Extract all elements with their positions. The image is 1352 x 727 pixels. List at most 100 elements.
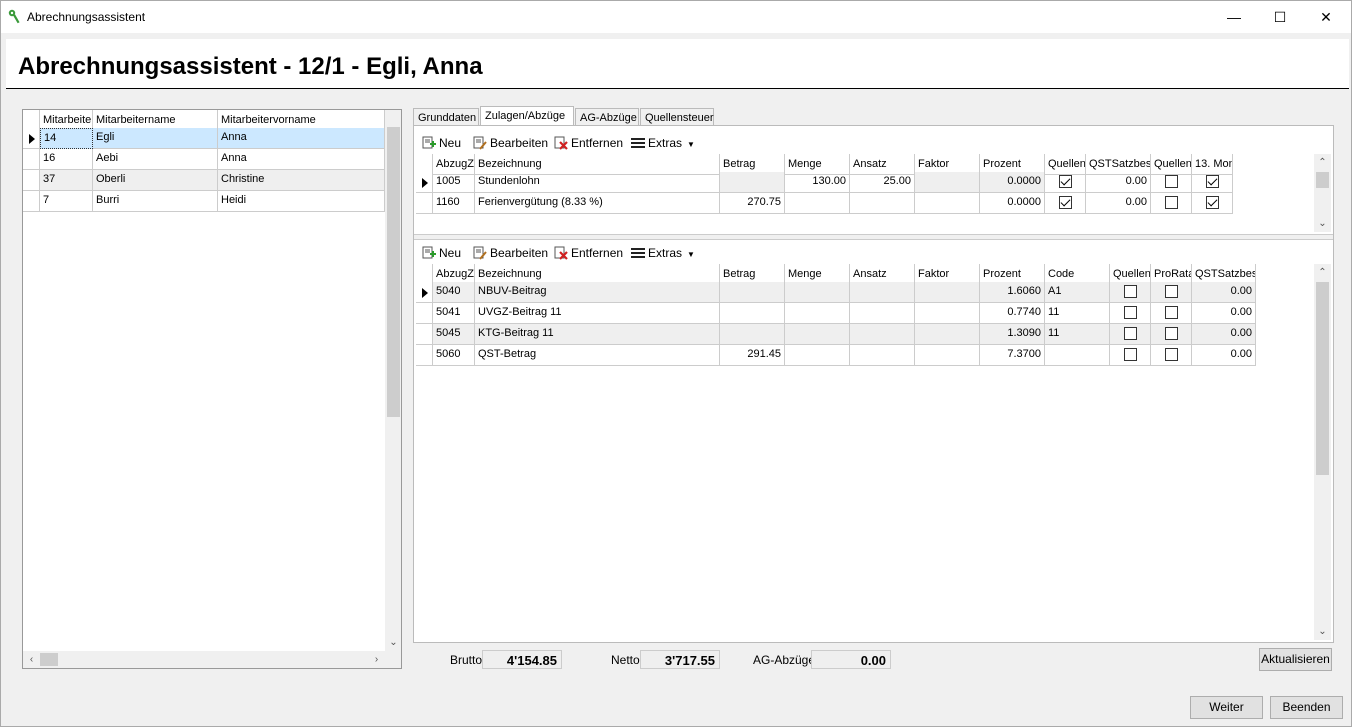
table-cell[interactable]: 0.00	[1192, 282, 1256, 303]
quellensteuer-checkbox[interactable]	[1164, 175, 1178, 188]
table-cell[interactable]	[850, 193, 915, 214]
table-cell[interactable]: Anna	[218, 128, 385, 149]
table-cell[interactable]: NBUV-Beitrag	[475, 282, 720, 303]
table-cell[interactable]: 37	[40, 170, 93, 191]
table-cell[interactable]	[915, 193, 980, 214]
table-row[interactable]: 5045 KTG-Beitrag 11 1.3090 11 0.00	[416, 324, 1256, 345]
table-cell[interactable]: Burri	[93, 191, 218, 212]
table-cell[interactable]: 291.45	[720, 345, 785, 366]
table-row[interactable]: 7 Burri Heidi	[23, 191, 385, 212]
horizontal-scrollbar[interactable]: ‹ ›	[23, 651, 401, 668]
extras-dropdown[interactable]: Extras ▼	[631, 136, 695, 150]
table-cell[interactable]: KTG-Beitrag 11	[475, 324, 720, 345]
quellensteuer-checkbox[interactable]	[1123, 327, 1137, 340]
table-cell[interactable]	[720, 303, 785, 324]
table-row[interactable]: 1005 Stundenlohn 130.00 25.00 0.0000 0.0…	[416, 172, 1233, 193]
vertical-scrollbar[interactable]: ⌄	[385, 110, 401, 651]
13-monatslohn-checkbox[interactable]	[1205, 175, 1219, 188]
table-cell[interactable]: 16	[40, 149, 93, 170]
new-button[interactable]: Neu	[422, 136, 461, 150]
table-cell[interactable]: 0.00	[1086, 172, 1151, 193]
table-row[interactable]: 37 Oberli Christine	[23, 170, 385, 191]
scrollbar-thumb[interactable]	[387, 127, 400, 417]
table-cell[interactable]: Oberli	[93, 170, 218, 191]
quellensteuer-checkbox[interactable]	[1123, 285, 1137, 298]
quellensteuer-checkbox[interactable]	[1164, 196, 1178, 209]
refresh-button[interactable]: Aktualisieren	[1259, 648, 1332, 671]
table-cell[interactable]	[850, 282, 915, 303]
table-cell[interactable]: 0.7740	[980, 303, 1045, 324]
scroll-down-icon[interactable]: ⌄	[385, 634, 401, 651]
table-cell[interactable]: 14	[40, 128, 93, 149]
extras-dropdown[interactable]: Extras ▼	[631, 246, 695, 260]
table-cell[interactable]: 7	[40, 191, 93, 212]
table-cell[interactable]: 11	[1045, 303, 1110, 324]
quellensteuer-checkbox[interactable]	[1058, 175, 1072, 188]
table-row[interactable]: 5041 UVGZ-Beitrag 11 0.7740 11 0.00	[416, 303, 1256, 324]
table-cell[interactable]: 270.75	[720, 193, 785, 214]
close-button[interactable]: ✕	[1303, 1, 1349, 33]
table-row[interactable]: 5040 NBUV-Beitrag 1.6060 A1 0.00	[416, 282, 1256, 303]
table-cell[interactable]: 0.0000	[980, 172, 1045, 193]
quit-button[interactable]: Beenden	[1270, 696, 1343, 719]
table-cell[interactable]: 11	[1045, 324, 1110, 345]
table-cell[interactable]	[720, 324, 785, 345]
table-cell[interactable]	[785, 282, 850, 303]
minimize-button[interactable]: —	[1211, 1, 1257, 33]
new-button[interactable]: Neu	[422, 246, 461, 260]
table-cell[interactable]	[850, 303, 915, 324]
table-cell[interactable]: Aebi	[93, 149, 218, 170]
table-cell[interactable]	[915, 282, 980, 303]
table-cell[interactable]: QST-Betrag	[475, 345, 720, 366]
table-cell[interactable]: Stundenlohn	[475, 172, 720, 193]
table-row[interactable]: 16 Aebi Anna	[23, 149, 385, 170]
quellensteuer-checkbox[interactable]	[1058, 196, 1072, 209]
table-cell[interactable]	[915, 324, 980, 345]
maximize-button[interactable]: ☐	[1257, 1, 1303, 33]
table-cell[interactable]: Christine	[218, 170, 385, 191]
scroll-up-icon[interactable]: ⌃	[1314, 264, 1331, 281]
table-cell[interactable]: 0.0000	[980, 193, 1045, 214]
remove-button[interactable]: Entfernen	[554, 136, 623, 150]
table-cell[interactable]: 7.3700	[980, 345, 1045, 366]
scrollbar-thumb[interactable]	[1316, 282, 1329, 475]
table-row[interactable]: 1160 Ferienvergütung (8.33 %) 270.75 0.0…	[416, 193, 1233, 214]
table-cell[interactable]: 0.00	[1192, 324, 1256, 345]
13-monatslohn-checkbox[interactable]	[1205, 196, 1219, 209]
table-cell[interactable]: UVGZ-Beitrag 11	[475, 303, 720, 324]
edit-button[interactable]: Bearbeiten	[473, 246, 548, 260]
table-cell[interactable]	[1045, 345, 1110, 366]
table-cell[interactable]	[785, 324, 850, 345]
table-cell[interactable]: 5040	[433, 282, 475, 303]
scroll-down-icon[interactable]: ⌄	[1314, 623, 1331, 640]
scroll-left-icon[interactable]: ‹	[23, 651, 40, 668]
prorata-checkbox[interactable]	[1164, 348, 1178, 361]
table-cell[interactable]: 0.00	[1192, 345, 1256, 366]
table-cell[interactable]: Ferienvergütung (8.33 %)	[475, 193, 720, 214]
table-row[interactable]: 5060 QST-Betrag 291.45 7.3700 0.00	[416, 345, 1256, 366]
table-cell[interactable]: 0.00	[1192, 303, 1256, 324]
scroll-right-icon[interactable]: ›	[368, 651, 385, 668]
prorata-checkbox[interactable]	[1164, 327, 1178, 340]
scrollbar-thumb[interactable]	[1316, 172, 1329, 188]
table-cell[interactable]	[720, 172, 785, 193]
table-cell[interactable]: 5060	[433, 345, 475, 366]
table-cell[interactable]	[785, 193, 850, 214]
table-cell[interactable]: 1.6060	[980, 282, 1045, 303]
table-cell[interactable]: 130.00	[785, 172, 850, 193]
table-cell[interactable]: Anna	[218, 149, 385, 170]
table-cell[interactable]	[785, 303, 850, 324]
table-cell[interactable]	[785, 345, 850, 366]
scroll-down-icon[interactable]: ⌄	[1314, 215, 1331, 232]
table-cell[interactable]: 1160	[433, 193, 475, 214]
scroll-up-icon[interactable]: ⌃	[1314, 154, 1331, 171]
table-cell[interactable]: 0.00	[1086, 193, 1151, 214]
table-cell[interactable]: 5045	[433, 324, 475, 345]
table-cell[interactable]: 25.00	[850, 172, 915, 193]
next-button[interactable]: Weiter	[1190, 696, 1263, 719]
table-cell[interactable]	[915, 345, 980, 366]
table-cell[interactable]: 1.3090	[980, 324, 1045, 345]
remove-button[interactable]: Entfernen	[554, 246, 623, 260]
table-cell[interactable]	[850, 345, 915, 366]
prorata-checkbox[interactable]	[1164, 285, 1178, 298]
